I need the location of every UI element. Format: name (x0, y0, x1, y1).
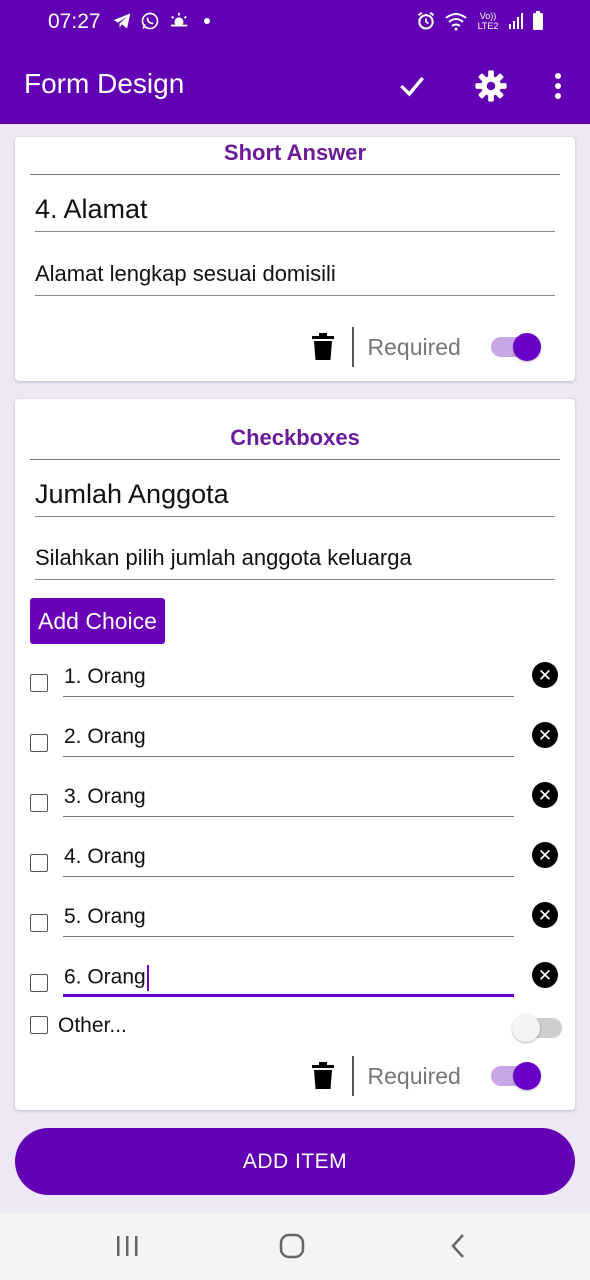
back-button[interactable] (438, 1231, 478, 1261)
question-description-field[interactable]: Alamat lengkap sesuai domisili (35, 261, 555, 296)
choice-input[interactable]: 4. Orang (63, 839, 514, 877)
choice-input[interactable]: 5. Orang (63, 899, 514, 937)
text-cursor (146, 965, 150, 991)
other-toggle[interactable] (512, 1014, 562, 1042)
remove-choice-button[interactable]: ✕ (532, 962, 558, 988)
more-vert-icon (555, 73, 561, 99)
choice-input[interactable]: 1. Orang (63, 659, 514, 697)
close-icon: ✕ (537, 665, 553, 685)
choice-checkbox[interactable] (30, 854, 48, 872)
choice-input[interactable]: 3. Orang (63, 779, 514, 817)
question-title-field[interactable]: Jumlah Anggota (35, 479, 555, 517)
app-title: Form Design (24, 68, 185, 99)
volte-lte2-icon: Vo)) LTE2 (477, 11, 499, 31)
close-icon: ✕ (537, 785, 553, 805)
choice-row: 3. Orang ✕ (30, 777, 560, 837)
remove-choice-button[interactable]: ✕ (532, 842, 558, 868)
save-button[interactable] (392, 66, 432, 106)
choice-text: 6. Orang (64, 965, 146, 989)
choice-checkbox[interactable] (30, 674, 48, 692)
wifi-icon (445, 13, 467, 31)
other-checkbox[interactable] (30, 1016, 48, 1034)
recent-apps-icon (117, 1236, 138, 1256)
choice-row: 2. Orang ✕ (30, 717, 560, 777)
settings-icon (475, 70, 507, 102)
question-type-label: Checkboxes (30, 425, 560, 460)
choice-row: 5. Orang ✕ (30, 897, 560, 957)
back-icon (451, 1234, 464, 1258)
question-card-short-answer: Short Answer 4. Alamat Alamat lengkap se… (15, 137, 575, 381)
weather-icon (170, 12, 188, 27)
status-left-icons (112, 11, 210, 31)
more-options-button[interactable] (538, 66, 578, 106)
question-actions: Required (312, 1056, 541, 1096)
other-label: Other... (58, 1014, 127, 1037)
telegram-icon (113, 13, 131, 29)
choice-input[interactable]: 2. Orang (63, 719, 514, 757)
home-icon (279, 1233, 305, 1259)
required-label: Required (367, 333, 461, 360)
choice-checkbox[interactable] (30, 794, 48, 812)
battery-icon (533, 11, 543, 30)
status-bar: 07:27 Vo)) LTE2 (0, 0, 590, 46)
remove-choice-button[interactable]: ✕ (532, 722, 558, 748)
close-icon: ✕ (537, 965, 553, 985)
question-card-checkboxes: Checkboxes Jumlah Anggota Silahkan pilih… (15, 399, 575, 1110)
question-actions: Required (312, 327, 541, 367)
choice-row: 1. Orang ✕ (30, 657, 560, 717)
choice-input-focused[interactable]: 6. Orang (63, 959, 514, 997)
signal-icon (509, 13, 523, 29)
choice-checkbox[interactable] (30, 974, 48, 992)
required-label: Required (367, 1062, 461, 1089)
question-description-field[interactable]: Silahkan pilih jumlah anggota keluarga (35, 545, 555, 580)
actions-divider (352, 327, 354, 367)
choice-checkbox[interactable] (30, 914, 48, 932)
system-nav-bar (0, 1213, 590, 1280)
remove-choice-button[interactable]: ✕ (532, 782, 558, 808)
delete-button[interactable] (312, 333, 334, 361)
check-icon (400, 76, 424, 97)
actions-divider (352, 1056, 354, 1096)
other-option-row: Other... (30, 1012, 562, 1044)
alarm-icon (417, 11, 435, 30)
close-icon: ✕ (537, 845, 553, 865)
remove-choice-button[interactable]: ✕ (532, 902, 558, 928)
choice-row-active: 6. Orang ✕ (30, 957, 560, 1017)
status-time: 07:27 (48, 10, 101, 33)
remove-choice-button[interactable]: ✕ (532, 662, 558, 688)
required-toggle[interactable] (490, 1062, 541, 1090)
delete-button[interactable] (312, 1062, 334, 1090)
settings-button[interactable] (471, 66, 511, 106)
add-item-button[interactable]: ADD ITEM (15, 1128, 575, 1195)
whatsapp-icon (141, 12, 159, 30)
add-choice-button[interactable]: Add Choice (30, 598, 165, 644)
dot-icon (204, 18, 210, 24)
app-bar: Form Design (0, 46, 590, 124)
question-type-label: Short Answer (30, 140, 560, 175)
home-button[interactable] (272, 1231, 312, 1261)
recent-apps-button[interactable] (107, 1231, 147, 1261)
close-icon: ✕ (537, 905, 553, 925)
required-toggle[interactable] (490, 333, 541, 361)
question-title-field[interactable]: 4. Alamat (35, 194, 555, 232)
close-icon: ✕ (537, 725, 553, 745)
status-right-icons: Vo)) LTE2 (416, 11, 544, 31)
choice-row: 4. Orang ✕ (30, 837, 560, 897)
choice-checkbox[interactable] (30, 734, 48, 752)
